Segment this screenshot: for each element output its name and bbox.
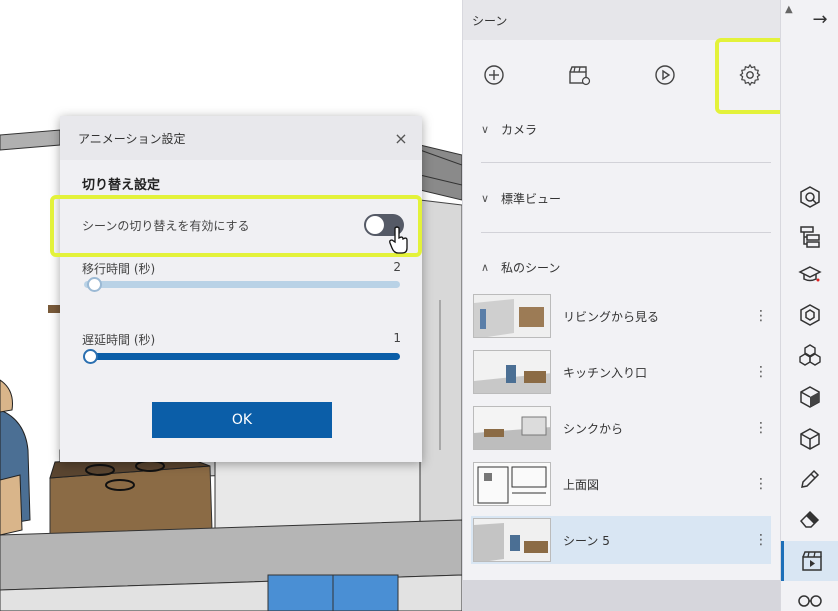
- eraser-icon: [799, 510, 820, 528]
- scene-name: キッチン入り口: [563, 365, 648, 380]
- delay-time-label: 遅延時間 (秒): [82, 333, 156, 347]
- category-camera[interactable]: ∨ カメラ: [481, 121, 537, 138]
- strip-styles[interactable]: [797, 384, 823, 410]
- chevron-down-icon: ∨: [481, 192, 490, 205]
- delay-time-thumb[interactable]: [83, 349, 98, 364]
- strip-instructor[interactable]: [797, 262, 823, 288]
- scroll-up-icon[interactable]: ▲: [785, 4, 793, 15]
- chevron-up-icon: ∧: [481, 261, 490, 274]
- scene-row[interactable]: シンクから ⋮: [471, 404, 771, 452]
- strip-scenes[interactable]: [781, 541, 838, 581]
- glasses-icon: [798, 595, 822, 607]
- scene-thumbnail: [473, 294, 551, 338]
- divider: [481, 232, 771, 233]
- strip-outliner[interactable]: [797, 223, 823, 249]
- cube-search-icon: [800, 186, 820, 208]
- strip-materials[interactable]: [797, 302, 823, 328]
- toggle-highlight: [50, 195, 422, 257]
- hexagon-icon: [800, 304, 820, 326]
- more-vertical-icon[interactable]: ⋮: [751, 420, 771, 436]
- play-button[interactable]: [646, 56, 684, 94]
- scene-name: シーン 5: [563, 533, 610, 548]
- tool-strip: ▲ →: [780, 0, 838, 611]
- strip-entity-info[interactable]: [797, 184, 823, 210]
- scene-name: 上面図: [563, 477, 600, 492]
- pencil-icon: [801, 469, 820, 488]
- panel-title: シーン: [472, 13, 508, 28]
- scene-name: リビングから見る: [563, 309, 660, 324]
- delay-time-value: 1: [393, 331, 401, 345]
- ok-button[interactable]: OK: [152, 402, 332, 438]
- cubes-icon: [799, 344, 821, 366]
- scene-thumbnail: [473, 406, 551, 450]
- scenes-icon: [801, 551, 822, 571]
- strip-eraser[interactable]: [797, 506, 823, 532]
- animation-settings-dialog: アニメーション設定 × 切り替え設定 シーンの切り替えを有効にする 移行時間 (…: [60, 116, 422, 462]
- section-title: 切り替え設定: [82, 178, 161, 193]
- category-label: 私のシーン: [501, 261, 561, 275]
- dialog-title: アニメーション設定: [78, 131, 186, 146]
- arrow-right-icon: →: [812, 8, 828, 30]
- cube-texture-icon: [800, 386, 820, 408]
- transition-time-label: 移行時間 (秒): [82, 262, 156, 276]
- scene-thumbnail: [473, 350, 551, 394]
- dialog-header: アニメーション設定 ×: [60, 116, 422, 160]
- clapperboard-icon: [569, 66, 591, 86]
- layers-tree-icon: [800, 226, 820, 248]
- more-vertical-icon[interactable]: ⋮: [751, 308, 771, 324]
- transition-time-slider[interactable]: [84, 281, 400, 288]
- hand-cursor-icon: [389, 226, 408, 254]
- close-icon[interactable]: ×: [392, 129, 410, 148]
- more-vertical-icon[interactable]: ⋮: [751, 364, 771, 380]
- panel-header: シーン: [463, 0, 780, 40]
- panel-footer: [463, 580, 781, 611]
- components-icon: [800, 428, 820, 450]
- delay-time-slider[interactable]: [84, 353, 400, 360]
- scene-thumbnail: [473, 518, 551, 562]
- play-circle-icon: [655, 65, 675, 85]
- chevron-down-icon: ∨: [481, 123, 490, 136]
- scene-options-button[interactable]: [560, 56, 598, 94]
- category-label: カメラ: [501, 123, 538, 137]
- strip-components[interactable]: [797, 342, 823, 368]
- add-scene-button[interactable]: [475, 56, 513, 94]
- scene-row[interactable]: リビングから見る ⋮: [471, 292, 771, 340]
- add-circle-icon: [484, 65, 504, 85]
- transition-time-thumb[interactable]: [87, 277, 102, 292]
- strip-sketch[interactable]: [797, 466, 823, 492]
- transition-time-value: 2: [393, 260, 401, 274]
- scene-row[interactable]: 上面図 ⋮: [471, 460, 771, 508]
- collapse-panel-button[interactable]: →: [807, 6, 833, 32]
- scene-row[interactable]: キッチン入り口 ⋮: [471, 348, 771, 396]
- category-my-scenes[interactable]: ∧ 私のシーン: [481, 259, 560, 276]
- category-standard-views[interactable]: ∨ 標準ビュー: [481, 190, 561, 207]
- strip-display[interactable]: [797, 588, 823, 611]
- scenes-panel: シーン ∨ カメラ ∨ 標準ビュー ∧ 私のシーン リビングから見る ⋮ キッチ…: [462, 0, 793, 611]
- more-vertical-icon[interactable]: ⋮: [751, 476, 771, 492]
- learn-cap-icon: [798, 266, 822, 282]
- category-label: 標準ビュー: [501, 192, 562, 206]
- scene-thumbnail: [473, 462, 551, 506]
- scene-row-selected[interactable]: シーン 5 ⋮: [471, 516, 771, 564]
- divider: [481, 162, 771, 163]
- scene-name: シンクから: [563, 421, 624, 436]
- strip-solid-tools[interactable]: [797, 426, 823, 452]
- more-vertical-icon[interactable]: ⋮: [751, 532, 771, 548]
